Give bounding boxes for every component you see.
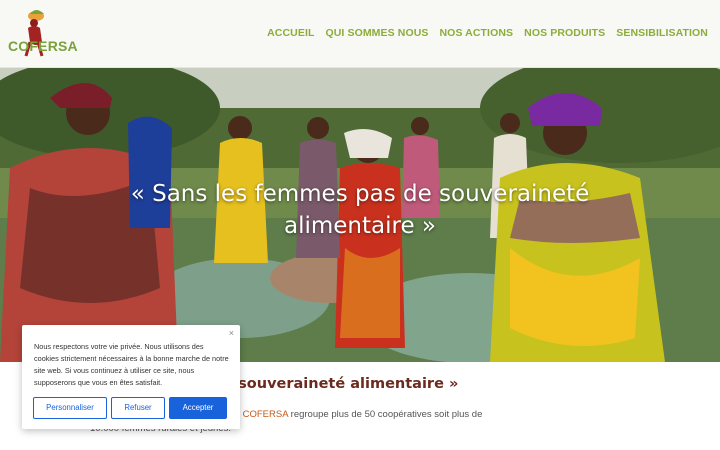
main-nav: ACCUEIL QUI SOMMES NOUS NOS ACTIONS NOS …: [267, 27, 708, 39]
customize-button[interactable]: Personnaliser: [33, 397, 107, 419]
accept-button[interactable]: Accepter: [169, 397, 227, 419]
reject-button[interactable]: Refuser: [111, 397, 165, 419]
hero-banner: « Sans les femmes pas de souveraineté al…: [0, 68, 720, 362]
logo-text: COFERSA: [8, 38, 78, 54]
nav-nos-produits[interactable]: NOS PRODUITS: [524, 27, 605, 39]
nav-sensibilisation[interactable]: SENSIBILISATION: [616, 27, 708, 39]
intro-paragraph-rest: regroupe plus de 50 coopératives soit pl…: [288, 409, 483, 420]
site-header: COFERSA ACCUEIL QUI SOMMES NOUS NOS ACTI…: [0, 0, 720, 68]
hero-quote: « Sans les femmes pas de souveraineté al…: [0, 178, 720, 242]
nav-qui-sommes-nous[interactable]: QUI SOMMES NOUS: [325, 27, 428, 39]
cookie-message: Nous respectons votre vie privée. Nous u…: [34, 342, 229, 387]
close-icon[interactable]: ×: [229, 328, 234, 338]
nav-nos-actions[interactable]: NOS ACTIONS: [440, 27, 514, 39]
nav-accueil[interactable]: ACCUEIL: [267, 27, 314, 39]
hero-quote-line2: alimentaire »: [284, 213, 436, 239]
hero-quote-line1: « Sans les femmes pas de souveraineté: [130, 181, 590, 207]
cookie-banner: × Nous respectons votre vie privée. Nous…: [22, 325, 240, 429]
